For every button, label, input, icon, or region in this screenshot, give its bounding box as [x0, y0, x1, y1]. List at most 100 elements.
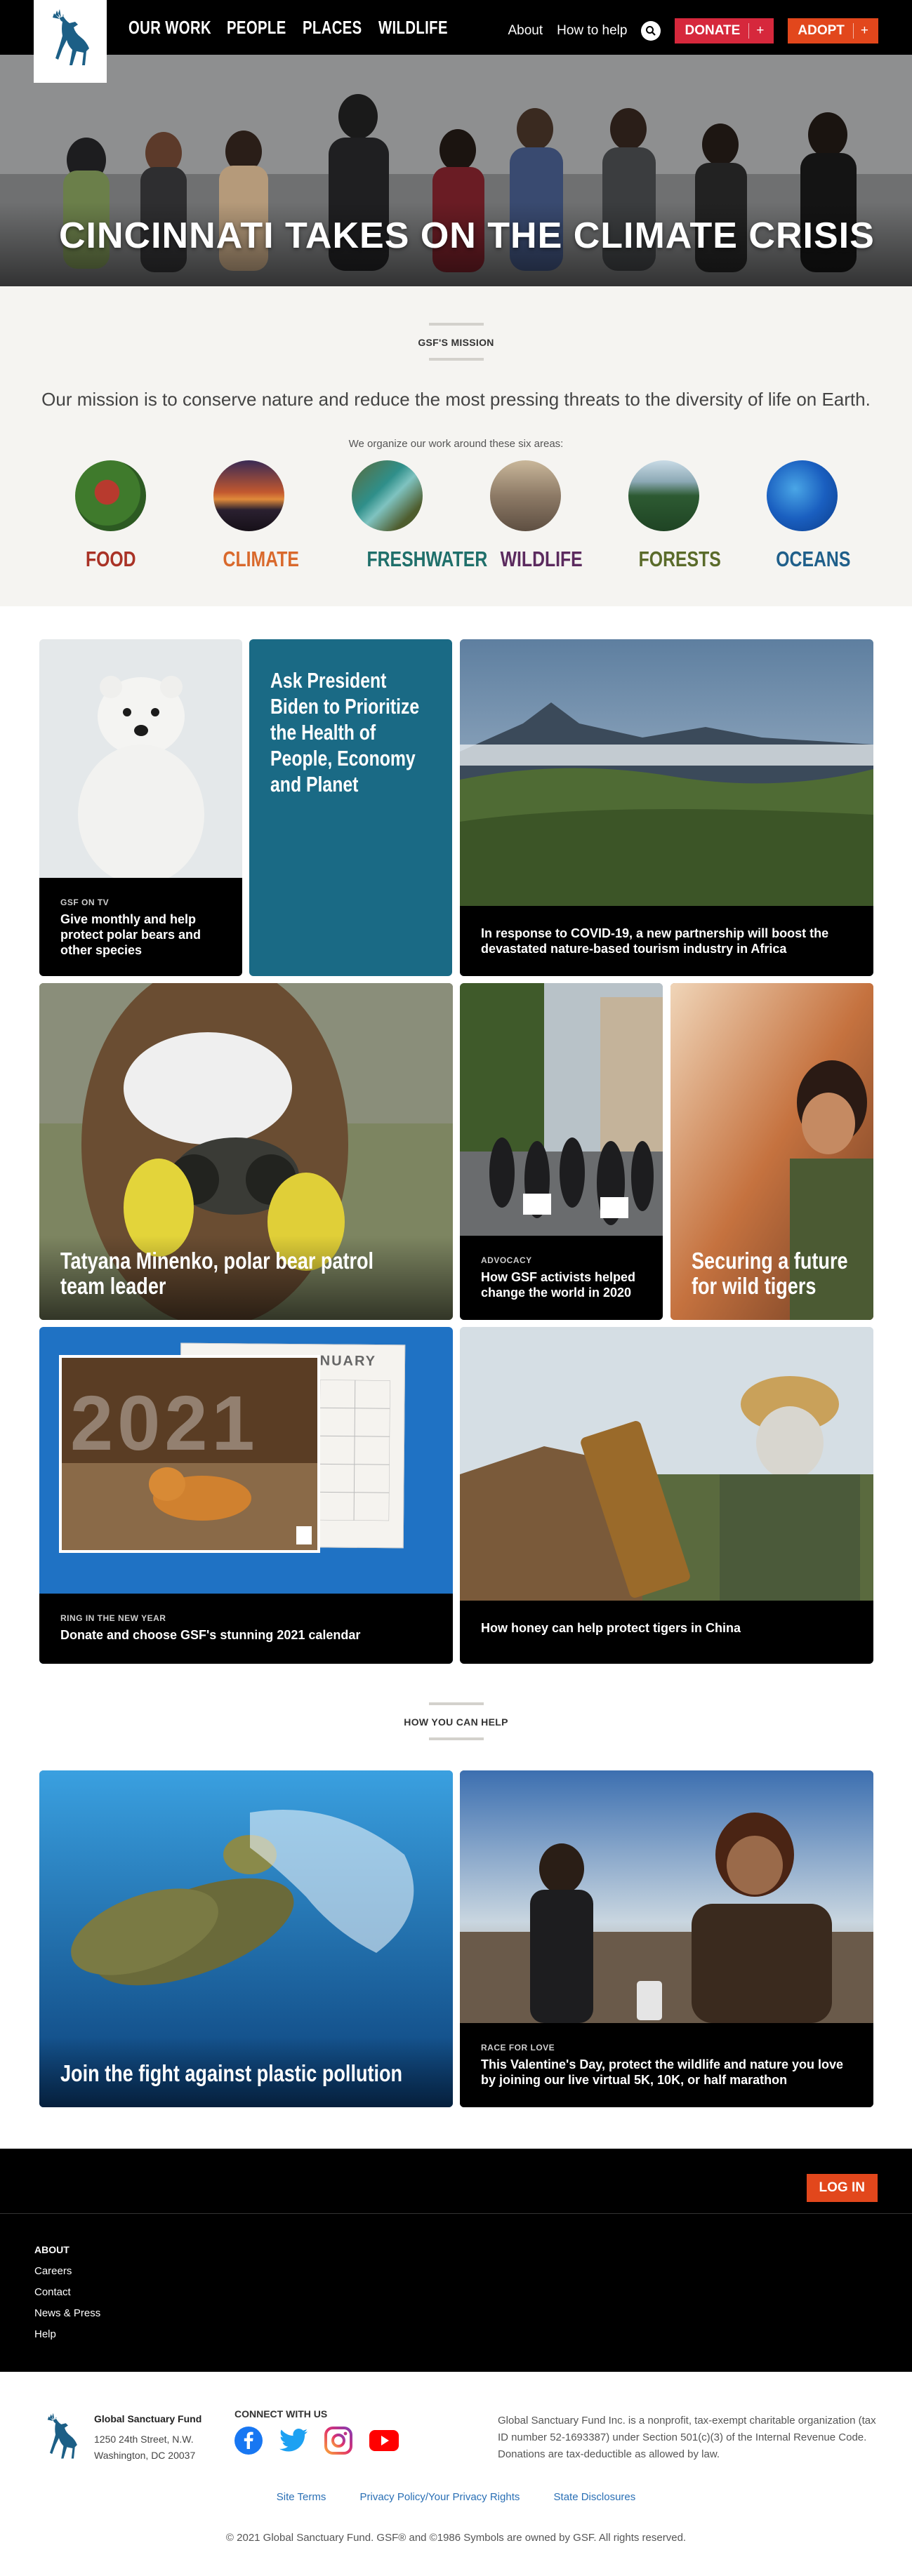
about-heading: ABOUT [34, 2244, 70, 2255]
plus-icon: + [852, 23, 868, 39]
card-title: Ask President Biden to Prioritize the He… [270, 668, 420, 796]
area-freshwater[interactable]: FRESHWATER [352, 460, 487, 572]
card-caption: ADVOCACY How GSF activists helped change… [460, 1236, 663, 1320]
card-plastic[interactable]: Join the fight against plastic pollution [39, 1770, 453, 2107]
facebook-icon[interactable] [234, 2427, 263, 2455]
card-tag: RACE FOR LOVE [481, 2043, 555, 2053]
calendar-cover: 2021 [59, 1355, 320, 1553]
card-tag: GSF ON TV [60, 897, 110, 907]
social-links [234, 2427, 399, 2455]
card-biden[interactable]: Ask President Biden to Prioritize the He… [249, 639, 452, 976]
youtube-icon[interactable] [369, 2430, 399, 2451]
area-label: OCEANS [776, 547, 851, 571]
nav-our-work[interactable]: OUR WORK [128, 17, 211, 39]
beekeeper-photo [460, 1327, 873, 1601]
card-africa[interactable]: In response to COVID-19, a new partnersh… [460, 639, 873, 976]
gsf-logo[interactable] [34, 0, 107, 83]
card-calendar[interactable]: JANUARY 2021 RING IN THE NEW YEAR Donate… [39, 1327, 453, 1664]
help-heading-block: HOW YOU CAN HELP [0, 1702, 912, 1740]
area-label: FRESHWATER [366, 547, 488, 571]
mission-section: GSF'S MISSION Our mission is to conserve… [0, 286, 912, 606]
mission-heading: GSF'S MISSION [418, 337, 494, 348]
card-polar-bear[interactable]: GSF ON TV Give monthly and help protect … [39, 639, 242, 976]
site-terms-link[interactable]: Site Terms [277, 2491, 326, 2503]
deer-logo-icon [53, 9, 89, 65]
footer-legal-links: Site Terms Privacy Policy/Your Privacy R… [0, 2491, 912, 2503]
nav-how-to-help[interactable]: How to help [557, 23, 627, 39]
help-heading: HOW YOU CAN HELP [404, 1716, 508, 1728]
card-tigers[interactable]: Securing a future for wild tigers [670, 983, 873, 1320]
march-photo [460, 983, 663, 1236]
connect-heading: CONNECT WITH US [234, 2408, 328, 2420]
area-wildlife[interactable]: WILDLIFE [490, 460, 583, 572]
footer-bottom: Global Sanctuary Fund 1250 24th Street, … [0, 2372, 912, 2576]
main-menu: OUR WORK PEOPLE PLACES WILDLIFE [128, 17, 447, 39]
login-button[interactable]: LOG IN [806, 2174, 878, 2202]
footer-link-help[interactable]: Help [34, 2328, 100, 2340]
divider [428, 323, 484, 326]
card-tatyana[interactable]: Tatyana Minenko, polar bear patrol team … [39, 983, 453, 1320]
card-title: Give monthly and help protect polar bear… [60, 912, 201, 957]
legal-text: Global Sanctuary Fund Inc. is a nonprofi… [498, 2415, 876, 2460]
wildlife-image [490, 460, 561, 531]
card-honey[interactable]: How honey can help protect tigers in Chi… [460, 1327, 873, 1664]
divider [428, 1702, 484, 1705]
area-oceans[interactable]: OCEANS [767, 460, 850, 572]
forests-image [628, 460, 699, 531]
card-tag: RING IN THE NEW YEAR [60, 1613, 166, 1623]
adopt-button[interactable]: ADOPT + [788, 18, 878, 44]
card-title: In response to COVID-19, a new partnersh… [481, 926, 829, 956]
address-line-2: Washington, DC 20037 [94, 2450, 196, 2461]
card-race[interactable]: RACE FOR LOVE This Valentine's Day, prot… [460, 1770, 873, 2107]
area-climate[interactable]: CLIMATE [213, 460, 299, 572]
area-label: FOOD [85, 547, 136, 571]
footer-top: LOG IN ABOUT Careers Contact News & Pres… [0, 2149, 912, 2372]
card-caption: How honey can help protect tigers in Chi… [460, 1601, 873, 1664]
plus-icon: + [748, 23, 764, 39]
address-line-1: 1250 24th Street, N.W. [94, 2434, 194, 2445]
footer-link-contact[interactable]: Contact [34, 2286, 100, 2298]
footer-about: ABOUT Careers Contact News & Press Help [34, 2244, 100, 2349]
twitter-icon[interactable] [279, 2429, 308, 2452]
mission-subtext: We organize our work around these six ar… [348, 438, 564, 450]
hero-banner[interactable]: CINCINNATI TAKES ON THE CLIMATE CRISIS [0, 55, 912, 286]
divider [428, 1737, 484, 1740]
deer-logo-icon[interactable] [41, 2411, 83, 2467]
card-title: How honey can help protect tigers in Chi… [481, 1621, 741, 1635]
calendar-year: 2021 [70, 1380, 259, 1467]
mission-statement: Our mission is to conserve nature and re… [41, 389, 871, 410]
donate-button[interactable]: DONATE + [675, 18, 774, 44]
polar-bear-image [39, 639, 242, 885]
copyright: © 2021 Global Sanctuary Fund. GSF® and ©… [225, 2532, 687, 2544]
area-forests[interactable]: FORESTS [628, 460, 721, 572]
nav-about[interactable]: About [508, 23, 543, 39]
oceans-image [767, 460, 838, 531]
adopt-label: ADOPT [798, 23, 845, 38]
privacy-policy-link[interactable]: Privacy Policy/Your Privacy Rights [360, 2491, 520, 2503]
runners-photo [460, 1770, 873, 2023]
card-title: Tatyana Minenko, polar bear patrol team … [60, 1248, 374, 1299]
focus-areas: FOOD CLIMATE FRESHWATER WILDLIFE FORESTS… [75, 460, 850, 572]
climate-image [213, 460, 284, 531]
card-advocacy[interactable]: ADVOCACY How GSF activists helped change… [460, 983, 663, 1320]
footer-link-news[interactable]: News & Press [34, 2307, 100, 2319]
card-title: This Valentine's Day, protect the wildli… [481, 2057, 844, 2087]
top-navigation: OUR WORK PEOPLE PLACES WILDLIFE About Ho… [0, 0, 912, 55]
state-disclosures-link[interactable]: State Disclosures [554, 2491, 636, 2503]
area-food[interactable]: FOOD [75, 460, 146, 572]
search-icon[interactable] [641, 21, 661, 41]
footer-link-careers[interactable]: Careers [34, 2265, 100, 2277]
africa-landscape-image [460, 639, 873, 906]
utility-menu: About How to help DONATE + ADOPT + [508, 18, 878, 44]
nav-wildlife[interactable]: WILDLIFE [378, 17, 447, 39]
org-name: Global Sanctuary Fund [94, 2413, 202, 2424]
card-caption: RING IN THE NEW YEAR Donate and choose G… [39, 1594, 453, 1664]
mission-heading-block: GSF'S MISSION [0, 323, 912, 361]
nav-places[interactable]: PLACES [303, 17, 362, 39]
instagram-icon[interactable] [324, 2427, 352, 2455]
panda-logo-icon [296, 1526, 312, 1544]
card-title: Securing a future for wild tigers [692, 1248, 848, 1299]
page: OUR WORK PEOPLE PLACES WILDLIFE About Ho… [0, 0, 912, 2576]
nav-people[interactable]: PEOPLE [227, 17, 286, 39]
hero-title: CINCINNATI TAKES ON THE CLIMATE CRISIS [59, 215, 875, 256]
